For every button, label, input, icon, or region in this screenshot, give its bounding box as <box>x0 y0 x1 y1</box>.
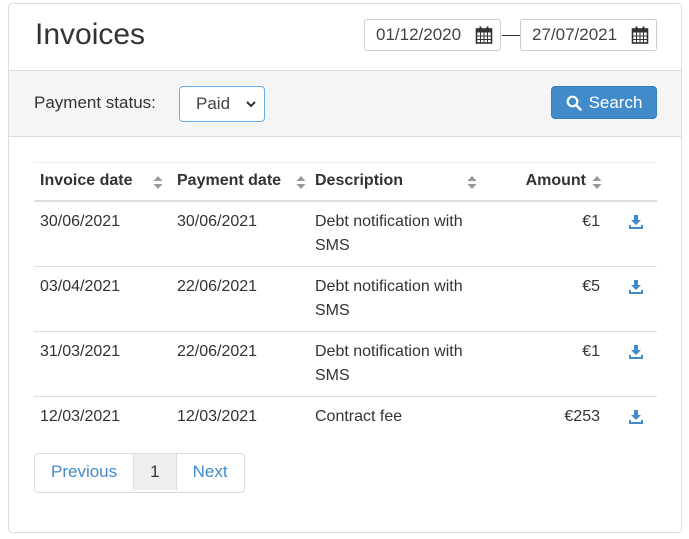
table-row: 31/03/2021 22/06/2021 Debt notification … <box>34 330 657 396</box>
search-button-label: Search <box>588 92 643 112</box>
download-icon[interactable] <box>628 279 644 295</box>
cell-download <box>606 265 657 331</box>
cell-payment-date: 22/06/2021 <box>171 265 309 331</box>
column-header-description[interactable]: Description <box>309 162 484 202</box>
cell-invoice-date: 03/04/2021 <box>34 265 171 331</box>
cell-download <box>606 395 657 441</box>
cell-amount: €253 <box>484 395 606 441</box>
cell-description: Debt notification with SMS <box>309 330 484 396</box>
column-header-payment-date[interactable]: Payment date <box>171 162 309 202</box>
next-page-button[interactable]: Next <box>175 454 244 490</box>
search-button[interactable]: Search <box>551 86 657 119</box>
download-icon[interactable] <box>628 214 644 230</box>
date-range-separator <box>502 35 520 36</box>
payment-status-label: Payment status: <box>34 93 156 112</box>
invoices-panel: Invoices 01/12/2020 27/07/2021 Payment s… <box>8 3 682 533</box>
date-from-value: 01/12/2020 <box>376 25 462 44</box>
download-icon[interactable] <box>628 409 644 425</box>
column-header-label: Amount <box>525 172 586 190</box>
sort-icon[interactable] <box>153 175 163 190</box>
payment-status-value: Paid <box>196 94 231 113</box>
cell-download <box>606 200 657 266</box>
pagination: Previous 1 Next <box>34 453 245 493</box>
cell-payment-date: 30/06/2021 <box>171 200 309 266</box>
panel-header: Invoices 01/12/2020 27/07/2021 <box>9 4 681 70</box>
cell-description: Debt notification with SMS <box>309 200 484 266</box>
cell-invoice-date: 31/03/2021 <box>34 330 171 396</box>
column-header-label: Payment date <box>177 172 282 190</box>
sort-icon[interactable] <box>592 175 602 190</box>
cell-payment-date: 22/06/2021 <box>171 330 309 396</box>
cell-description: Debt notification with SMS <box>309 265 484 331</box>
cell-amount: €1 <box>484 200 606 266</box>
download-icon[interactable] <box>628 344 644 360</box>
table-header-row: Invoice date Payment date Description Am… <box>34 162 657 202</box>
search-icon <box>566 95 582 111</box>
column-header-download <box>606 162 657 202</box>
filter-bar: Payment status: Paid Search <box>9 70 681 137</box>
date-to-value: 27/07/2021 <box>532 25 618 44</box>
current-page-button[interactable]: 1 <box>133 454 176 490</box>
table-row: 03/04/2021 22/06/2021 Debt notification … <box>34 265 657 331</box>
cell-amount: €1 <box>484 330 606 396</box>
sort-icon[interactable] <box>296 175 306 190</box>
calendar-icon[interactable] <box>631 26 649 44</box>
date-to-input[interactable]: 27/07/2021 <box>520 19 657 51</box>
cell-download <box>606 330 657 396</box>
column-header-label: Invoice date <box>40 172 133 190</box>
page-title: Invoices <box>35 18 146 51</box>
cell-amount: €5 <box>484 265 606 331</box>
cell-invoice-date: 30/06/2021 <box>34 200 171 266</box>
chevron-down-icon <box>246 101 256 108</box>
invoices-table: Invoice date Payment date Description Am… <box>34 162 657 441</box>
date-from-input[interactable]: 01/12/2020 <box>364 19 501 51</box>
sort-icon[interactable] <box>467 175 477 190</box>
table-row: 30/06/2021 30/06/2021 Debt notification … <box>34 200 657 266</box>
column-header-label: Description <box>315 172 404 190</box>
previous-page-button[interactable]: Previous <box>35 454 134 490</box>
calendar-icon[interactable] <box>475 26 493 44</box>
cell-description: Contract fee <box>309 395 484 441</box>
column-header-invoice-date[interactable]: Invoice date <box>34 162 171 202</box>
payment-status-select[interactable]: Paid <box>179 86 265 122</box>
cell-invoice-date: 12/03/2021 <box>34 395 171 441</box>
column-header-amount[interactable]: Amount <box>484 162 606 202</box>
table-row: 12/03/2021 12/03/2021 Contract fee €253 <box>34 395 657 441</box>
cell-payment-date: 12/03/2021 <box>171 395 309 441</box>
